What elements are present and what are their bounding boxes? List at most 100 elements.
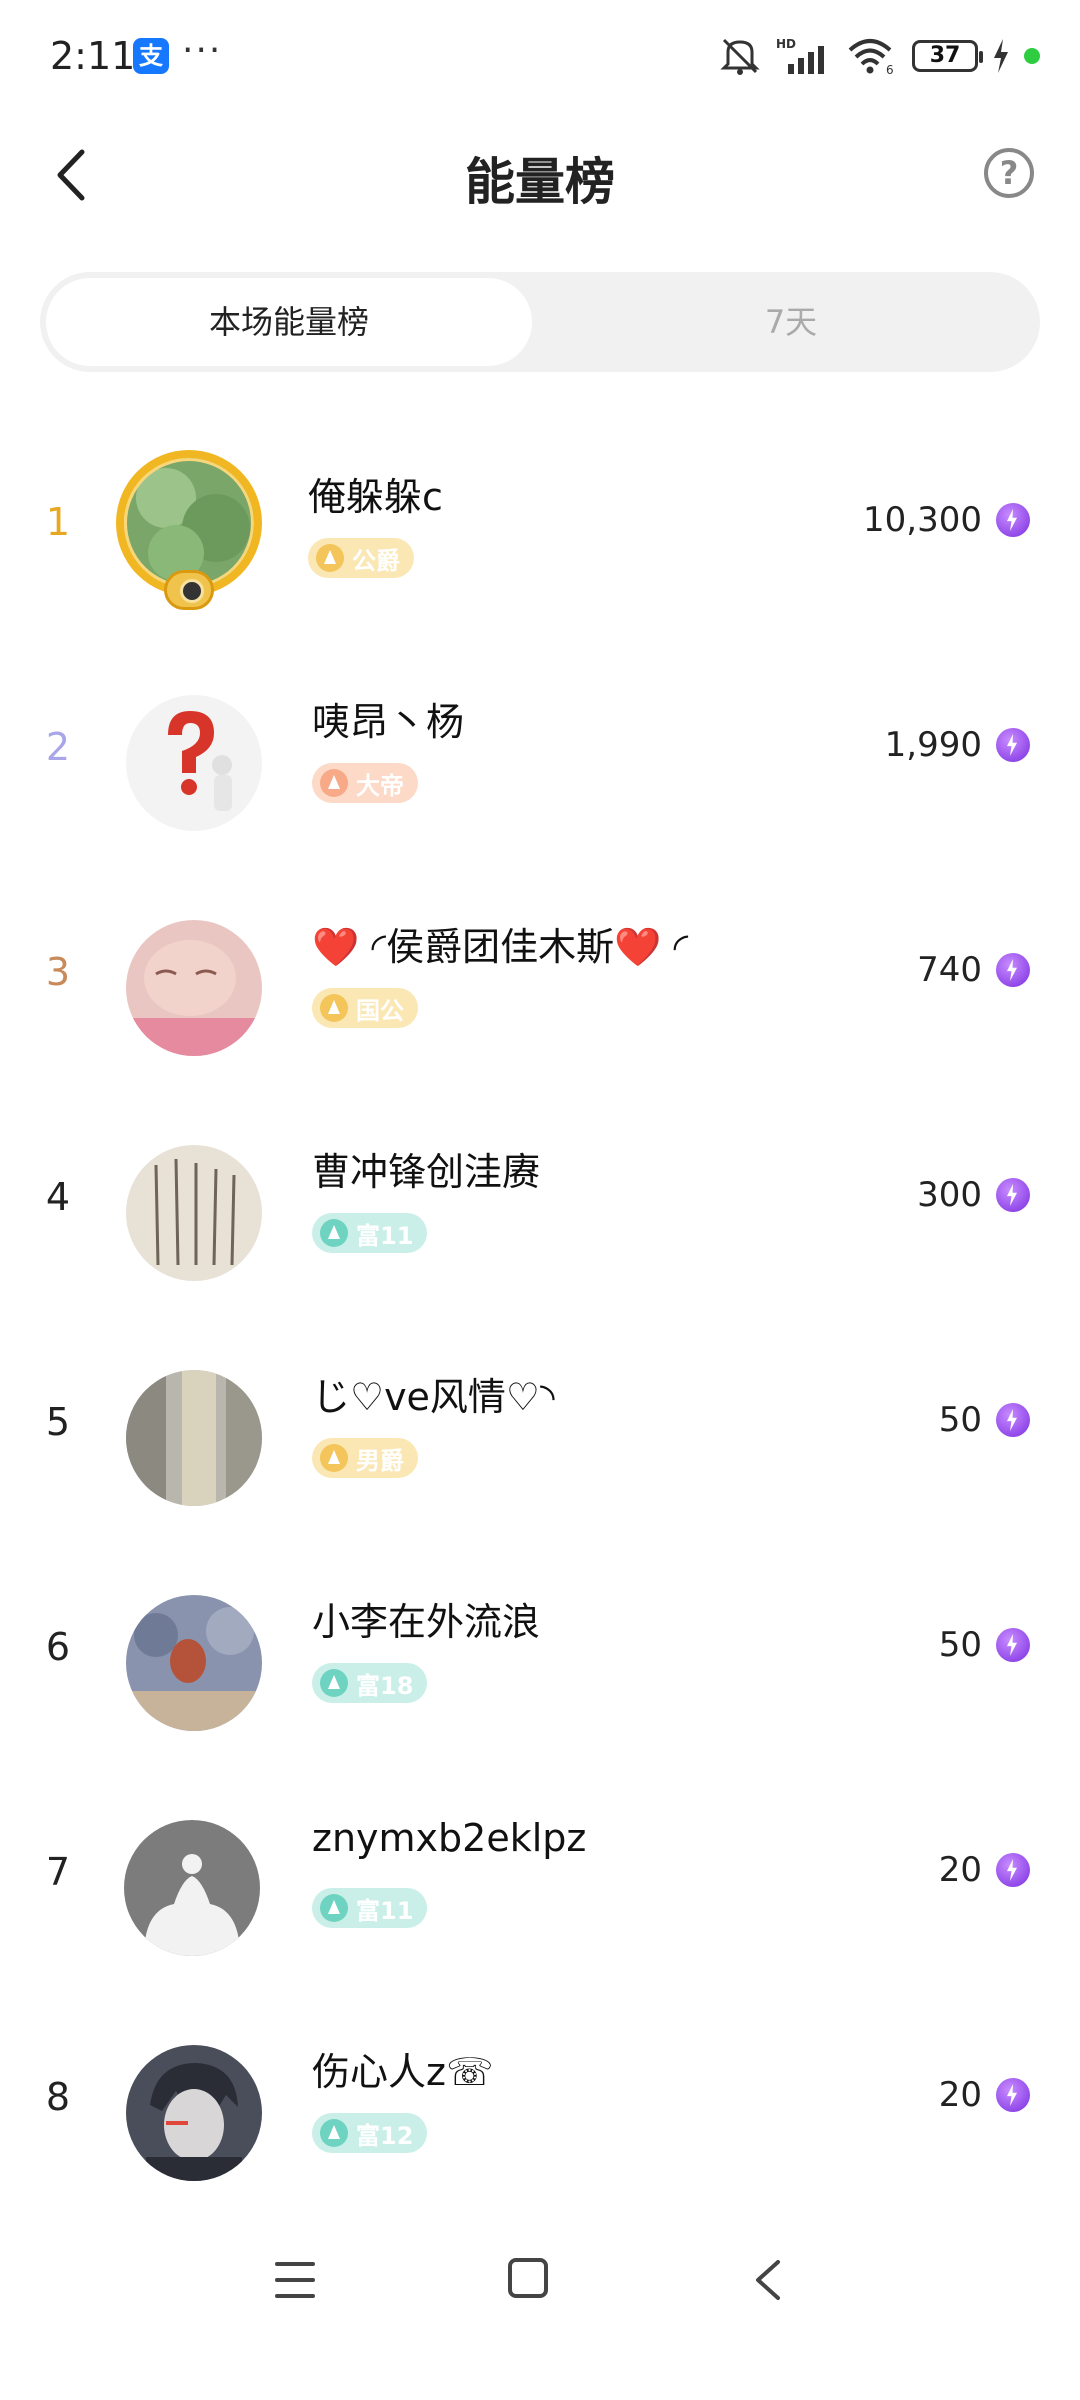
ranking-row[interactable]: 4 曹冲锋创洼赓 富11 300 [0, 1095, 1080, 1320]
system-nav-bar [0, 2230, 1080, 2340]
energy-icon [996, 953, 1030, 987]
user-name: 俺躲躲c [308, 475, 443, 519]
avatar[interactable] [126, 920, 262, 1056]
badge-label: 大帝 [356, 771, 404, 800]
badge-icon [320, 769, 348, 797]
battery-icon: 37 [912, 40, 983, 72]
energy-score: 20 [939, 2075, 1030, 2115]
energy-icon [996, 728, 1030, 762]
help-button[interactable]: ? [984, 148, 1034, 198]
charging-icon [994, 39, 1008, 73]
tab-current-session[interactable]: 本场能量榜 [46, 278, 532, 366]
rank-number: 1 [45, 500, 71, 544]
level-badge: 富18 [312, 1663, 428, 1703]
energy-icon [996, 1853, 1030, 1887]
score-value: 20 [938, 1850, 982, 1890]
badge-icon [320, 1444, 348, 1472]
badge-icon [320, 1219, 348, 1247]
avatar[interactable] [126, 1145, 262, 1281]
user-name: 咦昂丶杨 [312, 700, 465, 744]
user-name: 曹冲锋创洼赓 [312, 1150, 541, 1194]
avatar[interactable] [126, 1595, 262, 1731]
ranking-row[interactable]: 7 znymxb2eklpz 富11 20 [0, 1770, 1080, 1995]
avatar[interactable] [126, 695, 262, 831]
avatar[interactable] [126, 1370, 262, 1506]
user-name: ❤️ ◜侯爵团佳木斯❤️ ◜ [312, 925, 689, 969]
user-name: じ♡ve风情♡◝ [312, 1375, 555, 1419]
badge-label: 国公 [356, 996, 404, 1025]
avatar[interactable] [126, 2045, 262, 2181]
back-triangle-icon[interactable] [748, 2256, 788, 2304]
status-bar: 2:11 支 ··· HD 6 37 [0, 0, 1080, 120]
level-badge: 富11 [312, 1888, 428, 1928]
score-value: 20 [938, 2075, 982, 2115]
level-badge: 国公 [312, 988, 418, 1028]
level-badge: 公爵 [308, 538, 414, 578]
rank-number: 7 [45, 1850, 71, 1894]
rank-number: 8 [45, 2075, 71, 2119]
score-value: 50 [938, 1625, 982, 1665]
tab-7-days[interactable]: 7天 [548, 278, 1034, 366]
avatar-image [126, 1370, 262, 1506]
energy-score: 50 [939, 1625, 1030, 1665]
ranking-row[interactable]: 5 じ♡ve风情♡◝ 男爵 50 [0, 1320, 1080, 1545]
badge-label: 富18 [356, 1671, 414, 1700]
score-value: 50 [938, 1400, 982, 1440]
wifi-label: 6 [886, 63, 894, 76]
user-name: 伤心人z☏ [312, 2050, 494, 2094]
badge-label: 男爵 [356, 1446, 404, 1475]
badge-icon [320, 1669, 348, 1697]
frame-emblem-icon [164, 570, 214, 610]
badge-label: 富11 [356, 1221, 414, 1250]
menu-icon[interactable] [275, 2262, 315, 2298]
energy-score: 1,990 [885, 725, 1030, 765]
question-circle-icon: ? [999, 154, 1019, 192]
avatar-image [126, 1595, 262, 1731]
network-label: HD [776, 37, 796, 51]
score-value: 1,990 [884, 725, 982, 765]
more-notifications-icon: ··· [182, 30, 223, 71]
badge-label: 公爵 [352, 546, 400, 575]
badge-icon [320, 2119, 348, 2147]
user-name: znymxb2eklpz [312, 1816, 587, 1860]
header: 能量榜 ? [0, 120, 1080, 230]
rank-number: 6 [45, 1625, 71, 1669]
energy-score: 10,300 [863, 500, 1030, 540]
cellular-signal-icon: HD [776, 37, 824, 74]
badge-icon [320, 1894, 348, 1922]
badge-icon [316, 544, 344, 572]
avatar-image [124, 1820, 260, 1956]
level-badge: 富12 [312, 2113, 428, 2153]
level-badge: 男爵 [312, 1438, 418, 1478]
ranking-row[interactable]: 6 小李在外流浪 富18 50 [0, 1545, 1080, 1770]
avatar-image [126, 695, 262, 831]
status-indicators: HD 6 37 [718, 36, 1040, 76]
rank-number: 3 [45, 950, 71, 994]
user-name: 小李在外流浪 [312, 1600, 541, 1644]
alipay-icon: 支 [133, 38, 169, 74]
score-value: 300 [917, 1175, 982, 1215]
ranking-row[interactable]: 8 伤心人z☏ 富12 20 [0, 1995, 1080, 2220]
ranking-row[interactable]: 2 咦昂丶杨 大帝 1,990 [0, 645, 1080, 870]
ranking-row[interactable]: 1 俺躲躲c 公爵 10,300 [0, 420, 1080, 645]
ranking-list: 1 俺躲躲c 公爵 10,300 2 咦昂丶杨 大帝 1,990 3 ❤️ ◜侯… [0, 420, 1080, 2220]
energy-icon [996, 503, 1030, 537]
home-square-icon[interactable] [508, 2258, 548, 2298]
energy-score: 50 [939, 1400, 1030, 1440]
rank-number: 2 [45, 725, 71, 769]
rank-number: 4 [45, 1175, 71, 1219]
avatar[interactable] [124, 1820, 260, 1956]
mute-bell-icon [720, 38, 760, 75]
badge-icon [320, 994, 348, 1022]
energy-icon [996, 2078, 1030, 2112]
energy-score: 740 [917, 950, 1030, 990]
ranking-tabs: 本场能量榜 7天 [40, 272, 1040, 372]
energy-icon [996, 1403, 1030, 1437]
rank-number: 5 [45, 1400, 71, 1444]
wifi-icon: 6 [848, 39, 894, 76]
avatar-image [126, 1145, 262, 1281]
level-badge: 大帝 [312, 763, 418, 803]
ranking-row[interactable]: 3 ❤️ ◜侯爵团佳木斯❤️ ◜ 国公 740 [0, 870, 1080, 1095]
energy-icon [996, 1178, 1030, 1212]
energy-score: 20 [939, 1850, 1030, 1890]
